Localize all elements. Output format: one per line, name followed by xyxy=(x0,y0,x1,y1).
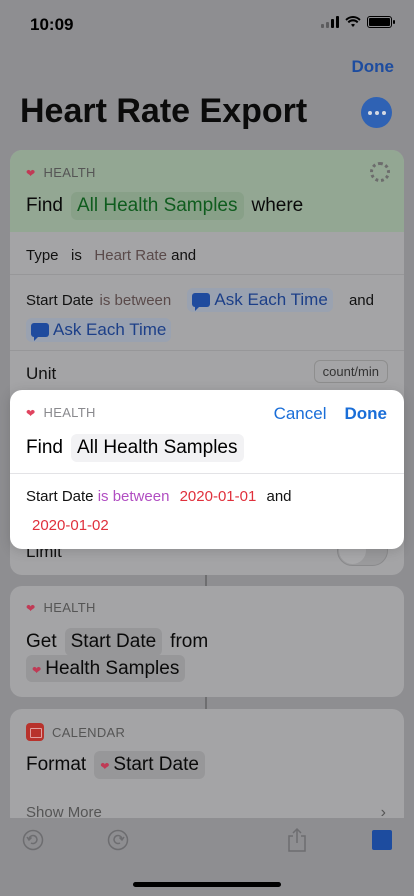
format-label: Format xyxy=(26,754,87,775)
filter-editor-popup: ❤ HEALTH Cancel Done Find All Health Samp… xyxy=(10,390,404,549)
popup-find-label: Find xyxy=(26,437,63,458)
more-icon[interactable] xyxy=(361,97,392,128)
signal-icon xyxy=(321,16,339,28)
get-label: Get xyxy=(26,631,57,652)
calendar-icon xyxy=(26,723,44,741)
find-label: Find xyxy=(26,195,63,216)
share-icon[interactable] xyxy=(287,827,307,853)
popup-source-token[interactable]: All Health Samples xyxy=(70,434,244,462)
ask-each-time-token[interactable]: Ask Each Time xyxy=(187,288,333,312)
bubble-icon xyxy=(192,293,211,311)
page-title: Heart Rate Export xyxy=(20,92,308,130)
stop-icon[interactable] xyxy=(372,830,392,850)
type-filter-row[interactable]: Type is Heart Rate and xyxy=(26,247,196,264)
date-to-token[interactable]: 2020-01-02 xyxy=(26,517,115,534)
unit-value[interactable]: count/min xyxy=(313,360,388,383)
cancel-button[interactable]: Cancel xyxy=(274,404,327,424)
get-details-card[interactable]: ❤ HEALTH Get Start Date from ❤ Health Samp… xyxy=(10,586,404,697)
heart-icon: ❤ xyxy=(32,665,42,677)
from-label: from xyxy=(170,631,209,652)
start-date-token[interactable]: ❤ Start Date xyxy=(94,751,205,779)
undo-icon[interactable] xyxy=(22,829,44,851)
heart-icon: ❤ xyxy=(100,761,110,773)
bubble-icon xyxy=(31,323,49,341)
popup-done-button[interactable]: Done xyxy=(345,404,388,424)
date-from-token[interactable]: 2020-01-01 xyxy=(174,488,263,505)
format-date-card[interactable]: CALENDAR Format ❤ Start Date Show More › xyxy=(10,709,404,829)
where-label: where xyxy=(251,195,304,216)
source-token[interactable]: All Health Samples xyxy=(70,192,244,220)
field-token[interactable]: Start Date xyxy=(64,628,163,656)
health-samples-token[interactable]: ❤ Health Samples xyxy=(26,655,186,682)
ask-each-time-token-2[interactable]: Ask Each Time xyxy=(26,318,172,342)
battery-icon xyxy=(367,16,395,28)
category-label: CALENDAR xyxy=(26,723,125,741)
heart-icon: ❤ xyxy=(26,168,36,180)
category-label: ❤ HEALTH xyxy=(26,600,96,615)
wifi-icon xyxy=(345,16,361,27)
done-button[interactable]: Done xyxy=(352,57,395,77)
unit-label: Unit xyxy=(26,364,57,383)
status-time: 10:09 xyxy=(30,15,74,34)
start-date-filter-row[interactable]: Start Date is between Ask Each Time and xyxy=(26,288,374,312)
popup-category-label: ❤ HEALTH xyxy=(26,405,96,420)
heart-icon: ❤ xyxy=(26,408,36,420)
category-label: ❤ HEALTH xyxy=(26,165,96,180)
redo-icon[interactable] xyxy=(107,829,129,851)
home-indicator xyxy=(133,882,281,887)
heart-icon: ❤ xyxy=(26,603,36,615)
spinner-icon xyxy=(370,162,390,182)
operator-token[interactable]: is between xyxy=(98,488,170,505)
status-icons xyxy=(321,16,395,28)
popup-date-filter-row[interactable]: Start Date is between 2020-01-01 and xyxy=(26,488,292,505)
